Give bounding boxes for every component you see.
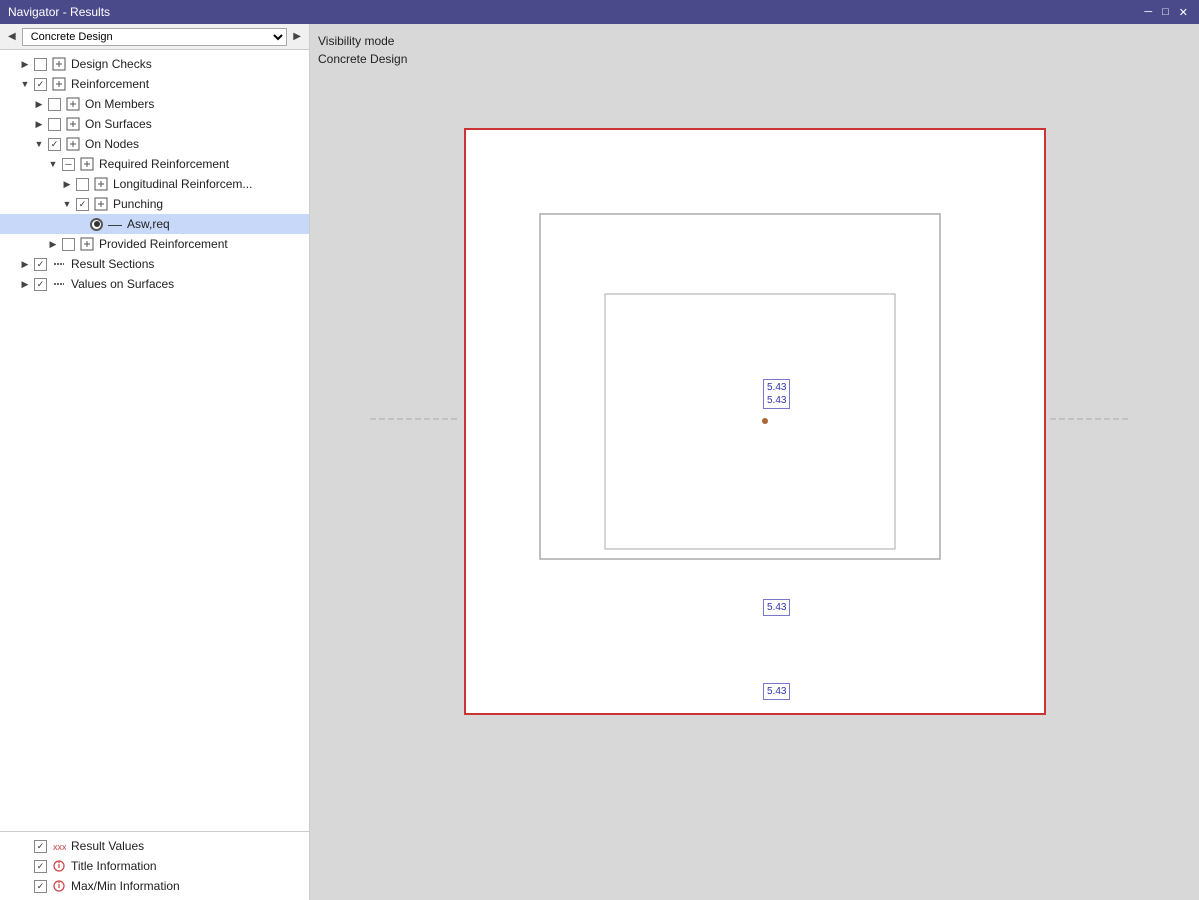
label-provided-reinf: Provided Reinforcement [97,237,228,251]
node-icon-on-members [65,96,81,112]
label-on-nodes: On Nodes [83,137,139,151]
next-button[interactable]: ▶ [291,30,303,43]
label-design-checks: Design Checks [69,57,152,71]
tree-item-design-checks[interactable]: ▶ Design Checks [0,54,309,74]
restore-button[interactable]: □ [1159,6,1172,19]
label-longitudinal: Longitudinal Reinforcem... [111,177,252,191]
checkbox-result-values[interactable] [34,840,47,853]
checkbox-result-sections[interactable] [34,258,47,271]
node-icon-longitudinal [93,176,109,192]
navigator-panel: ◀ Concrete Design ▶ ▶ Design Checks ▼ [0,24,310,900]
expand-required-reinf[interactable]: ▼ [46,159,60,169]
label-result-sections: Result Sections [69,257,154,271]
module-dropdown[interactable]: Concrete Design [22,28,288,46]
canvas-svg [310,24,1199,900]
checkbox-required-reinf[interactable] [62,158,75,171]
checkbox-title-information[interactable] [34,860,47,873]
node-icon-asw-req: — [107,216,123,232]
canvas-area: Visibility mode Concrete Design 5.43 5.4… [310,24,1199,900]
label-result-values: Result Values [69,839,144,853]
tree-item-result-sections[interactable]: ▶ Result Sections [0,254,309,274]
tree-item-punching[interactable]: ▼ Punching [0,194,309,214]
tree-item-asw-req[interactable]: — Asw,req [0,214,309,234]
svg-text:xxx: xxx [53,842,66,852]
checkbox-on-nodes[interactable] [48,138,61,151]
tree-item-result-values[interactable]: xxx Result Values [0,836,309,856]
checkbox-punching[interactable] [76,198,89,211]
node-icon-on-surfaces [65,116,81,132]
tree-item-on-surfaces[interactable]: ▶ On Surfaces [0,114,309,134]
tree-item-reinforcement[interactable]: ▼ Reinforcement [0,74,309,94]
label-required-reinf: Required Reinforcement [97,157,229,171]
checkbox-provided-reinf[interactable] [62,238,75,251]
node-icon-max-min-information [51,878,67,894]
checkbox-values-on-surfaces[interactable] [34,278,47,291]
navigator-bottom: xxx Result Values Title Information Max/… [0,831,309,900]
node-icon-result-values: xxx [51,838,67,854]
node-icon-design-checks [51,56,67,72]
checkbox-max-min-information[interactable] [34,880,47,893]
minimize-button[interactable]: ─ [1141,6,1155,19]
value-line-2: 5.43 [767,394,786,407]
checkbox-longitudinal[interactable] [76,178,89,191]
title-bar-left: Navigator - Results [8,5,110,19]
label-on-members: On Members [83,97,154,111]
label-title-information: Title Information [69,859,157,873]
checkbox-design-checks[interactable] [34,58,47,71]
checkbox-reinforcement[interactable] [34,78,47,91]
node-icon-values-on-surfaces [51,276,67,292]
expand-result-sections[interactable]: ▶ [18,259,32,270]
tree-item-title-information[interactable]: Title Information [0,856,309,876]
tree-item-on-nodes[interactable]: ▼ On Nodes [0,134,309,154]
expand-on-members[interactable]: ▶ [32,99,46,110]
tree-item-on-members[interactable]: ▶ On Members [0,94,309,114]
tree-item-provided-reinf[interactable]: ▶ Provided Reinforcement [0,234,309,254]
tree-item-values-on-surfaces[interactable]: ▶ Values on Surfaces [0,274,309,294]
prev-button[interactable]: ◀ [6,30,18,43]
expand-design-checks[interactable]: ▶ [18,59,32,70]
title-bar-controls[interactable]: ─ □ ✕ [1141,6,1191,19]
label-on-surfaces: On Surfaces [83,117,152,131]
label-max-min-information: Max/Min Information [69,879,180,893]
node-icon-result-sections [51,256,67,272]
dropdown-row[interactable]: ◀ Concrete Design ▶ [0,24,309,50]
node-icon-punching [93,196,109,212]
expand-punching[interactable]: ▼ [60,199,74,209]
label-reinforcement: Reinforcement [69,77,149,91]
expand-on-nodes[interactable]: ▼ [32,139,46,149]
value-label-2: 5.43 [763,599,790,616]
node-icon-provided-reinf [79,236,95,252]
node-icon-required-reinf [79,156,95,172]
expand-values-on-surfaces[interactable]: ▶ [18,279,32,290]
node-icon-reinforcement [51,76,67,92]
main-layout: ◀ Concrete Design ▶ ▶ Design Checks ▼ [0,24,1199,900]
close-button[interactable]: ✕ [1176,6,1191,19]
label-asw-req: Asw,req [125,217,170,231]
title-bar: Navigator - Results ─ □ ✕ [0,0,1199,24]
label-punching: Punching [111,197,163,211]
radio-asw-req[interactable] [90,218,103,231]
tree-item-longitudinal[interactable]: ▶ Longitudinal Reinforcem... [0,174,309,194]
value-line-4: 5.43 [767,685,786,698]
node-icon-on-nodes [65,136,81,152]
title-bar-title: Navigator - Results [8,5,110,19]
tree-item-required-reinf[interactable]: ▼ Required Reinforcement [0,154,309,174]
value-line-3: 5.43 [767,601,786,614]
value-label-3: 5.43 [763,683,790,700]
tree-item-max-min-information[interactable]: Max/Min Information [0,876,309,896]
label-values-on-surfaces: Values on Surfaces [69,277,174,291]
checkbox-on-surfaces[interactable] [48,118,61,131]
checkbox-on-members[interactable] [48,98,61,111]
tree-area: ▶ Design Checks ▼ Reinforcement ▶ [0,50,309,831]
expand-longitudinal[interactable]: ▶ [60,179,74,190]
expand-reinforcement[interactable]: ▼ [18,79,32,89]
expand-provided-reinf[interactable]: ▶ [46,239,60,250]
expand-on-surfaces[interactable]: ▶ [32,119,46,130]
node-icon-title-information [51,858,67,874]
value-label-1: 5.43 5.43 [763,379,790,409]
value-line-1: 5.43 [767,381,786,394]
